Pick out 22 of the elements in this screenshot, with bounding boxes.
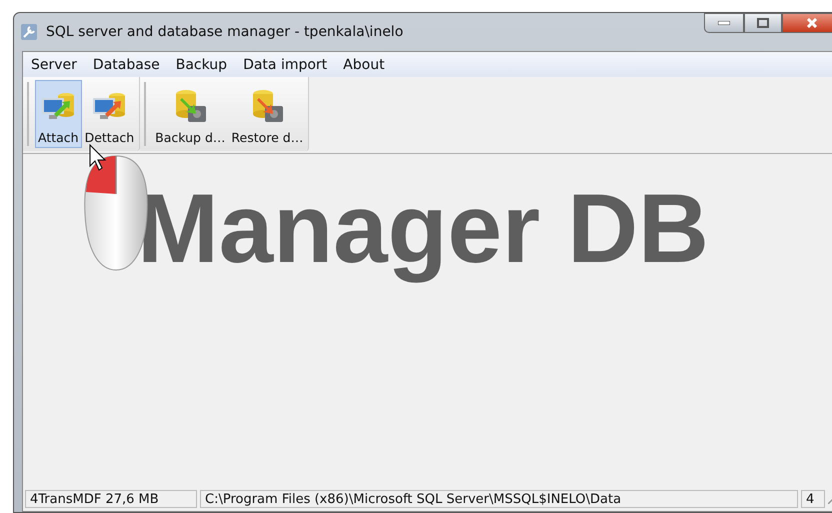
menu-item[interactable]: Data import [237,56,334,72]
toolbar-button[interactable]: Backup d… [152,80,228,148]
minimize-button[interactable] [704,13,744,33]
menu-item[interactable]: About [337,56,391,72]
status-panel: 4TransMDF 27,6 MB [25,490,197,508]
menu-item[interactable]: Database [86,56,166,72]
status-panel: C:\Program Files (x86)\Microsoft SQL Server\MSSQL$INELO\Data [200,490,798,508]
close-icon [806,18,818,28]
toolbar-button[interactable]: Dettach [82,80,138,148]
maximize-icon [757,18,769,28]
window-title: SQL server and database manager - tpenkala\inelo [46,24,404,40]
close-button[interactable] [782,13,832,33]
minimize-icon [718,21,730,25]
menu-item[interactable]: Server [25,56,83,72]
toolbar-button[interactable]: Attach [35,80,82,148]
status-panel: 4 [801,490,825,508]
wrench-icon [20,23,38,41]
maximize-button[interactable] [744,13,782,33]
logo-text: Manager DB [137,172,709,285]
cursor-icon [89,144,107,172]
toolbar-button[interactable]: Restore d… [228,80,306,148]
menu-item[interactable]: Backup [170,56,234,72]
